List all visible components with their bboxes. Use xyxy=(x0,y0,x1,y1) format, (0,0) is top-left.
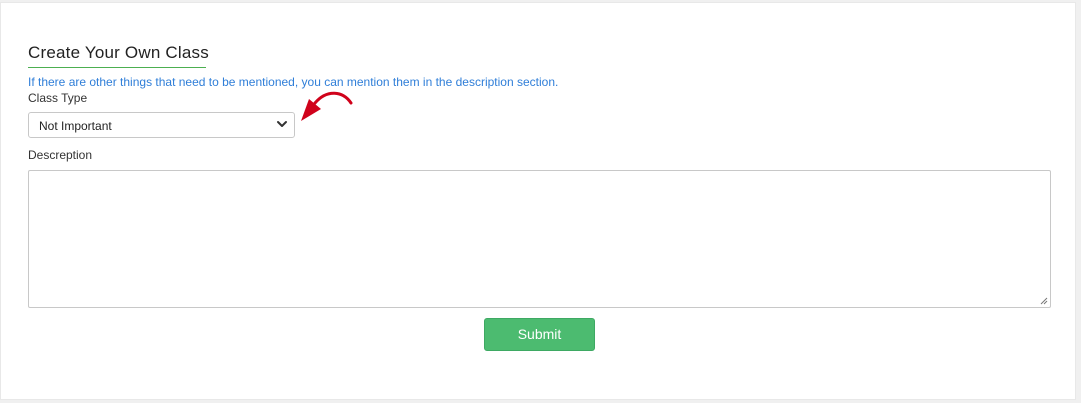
title-underline xyxy=(28,67,206,68)
description-textarea[interactable] xyxy=(28,170,1051,308)
resize-grip-icon[interactable] xyxy=(1040,297,1048,305)
page-title: Create Your Own Class xyxy=(28,43,209,62)
description-label: Descreption xyxy=(28,148,93,162)
description-hint: If there are other things that need to b… xyxy=(28,75,559,89)
class-type-label: Class Type xyxy=(28,91,88,105)
curved-arrow-icon xyxy=(301,91,353,121)
class-type-selected-value: Not Important xyxy=(39,119,112,133)
form-card: Create Your Own Class If there are other… xyxy=(0,2,1076,400)
chevron-down-icon xyxy=(277,121,287,127)
submit-button[interactable]: Submit xyxy=(484,318,595,351)
class-type-select[interactable]: Not Important xyxy=(28,112,295,138)
